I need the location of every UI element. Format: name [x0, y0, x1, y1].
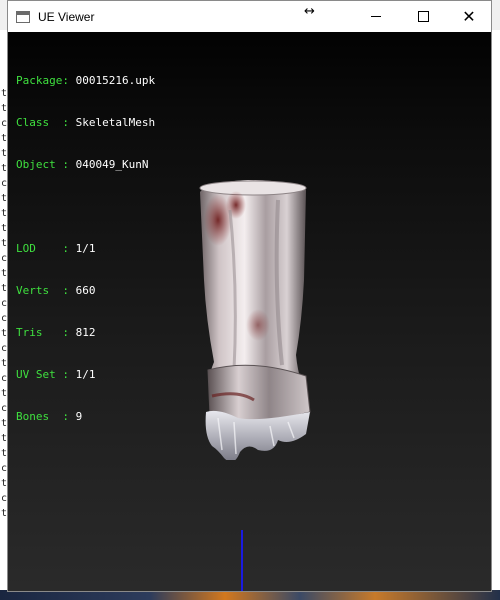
lod-value: 1/1 — [75, 242, 96, 255]
mesh-info-overlay: Package: 00015216.upk Class : SkeletalMe… — [16, 46, 155, 452]
background-text-char: t — [0, 508, 8, 519]
tris-value: 812 — [75, 326, 96, 339]
background-text-char: c — [0, 403, 8, 414]
object-value: 040049_KunN — [75, 158, 149, 171]
background-text-char: t — [0, 103, 8, 114]
background-text-char: t — [0, 478, 8, 489]
close-icon: ✕ — [462, 6, 476, 26]
uvset-value: 1/1 — [75, 368, 96, 381]
background-text-char: t — [0, 283, 8, 294]
background-text-char: t — [0, 223, 8, 234]
info-row-class: Class : SkeletalMesh — [16, 116, 156, 129]
maximize-icon — [417, 11, 429, 22]
background-text-char: c — [0, 463, 8, 474]
background-text-char: t — [0, 268, 8, 279]
background-text-char: c — [0, 493, 8, 504]
background-text-char: t — [0, 163, 8, 174]
info-row-lod: LOD : 1/1 — [16, 242, 96, 255]
info-row-tris: Tris : 812 — [16, 326, 96, 339]
verts-value: 660 — [75, 284, 96, 297]
info-row-uvset: UV Set : 1/1 — [16, 368, 96, 381]
scene-axis-line — [241, 530, 243, 591]
class-value: SkeletalMesh — [75, 116, 156, 129]
background-text-char: c — [0, 253, 8, 264]
close-button[interactable]: ✕ — [446, 1, 492, 32]
minimize-icon — [371, 16, 381, 17]
skeletal-mesh-render[interactable] — [178, 150, 318, 460]
ue-viewer-window: UE Viewer ↔ ✕ Package: 00015216.upk Clas… — [7, 0, 492, 592]
minimize-button[interactable] — [353, 1, 399, 32]
maximize-button[interactable] — [400, 1, 446, 32]
3d-viewport[interactable]: Package: 00015216.upk Class : SkeletalMe… — [8, 32, 491, 591]
background-text-char: t — [0, 148, 8, 159]
background-text-char: t — [0, 388, 8, 399]
background-text-char: c — [0, 313, 8, 324]
background-text-char: t — [0, 208, 8, 219]
title-bar[interactable]: UE Viewer ↔ ✕ — [8, 1, 491, 32]
background-window-strip-right — [492, 30, 500, 590]
background-text-char: t — [0, 433, 8, 444]
background-text-char: c — [0, 343, 8, 354]
window-app-icon[interactable] — [16, 10, 30, 23]
background-text-char: t — [0, 193, 8, 204]
background-text-char: c — [0, 178, 8, 189]
background-text-char: c — [0, 118, 8, 129]
background-text-char: t — [0, 88, 8, 99]
background-text-char: t — [0, 448, 8, 459]
info-row-bones: Bones : 9 — [16, 410, 83, 423]
info-row-object: Object : 040049_KunN — [16, 158, 149, 171]
window-title: UE Viewer — [38, 9, 95, 24]
background-text-char: t — [0, 358, 8, 369]
resize-arrow-icon: ↔ — [304, 4, 315, 19]
bones-value: 9 — [75, 410, 83, 423]
background-text-char: c — [0, 298, 8, 309]
package-value: 00015216.upk — [75, 74, 156, 87]
background-text-char: t — [0, 238, 8, 249]
background-text-char: t — [0, 328, 8, 339]
info-row-package: Package: 00015216.upk — [16, 74, 156, 87]
background-text-char: t — [0, 418, 8, 429]
info-row-verts: Verts : 660 — [16, 284, 96, 297]
background-text-char: c — [0, 373, 8, 384]
background-text-char: t — [0, 133, 8, 144]
